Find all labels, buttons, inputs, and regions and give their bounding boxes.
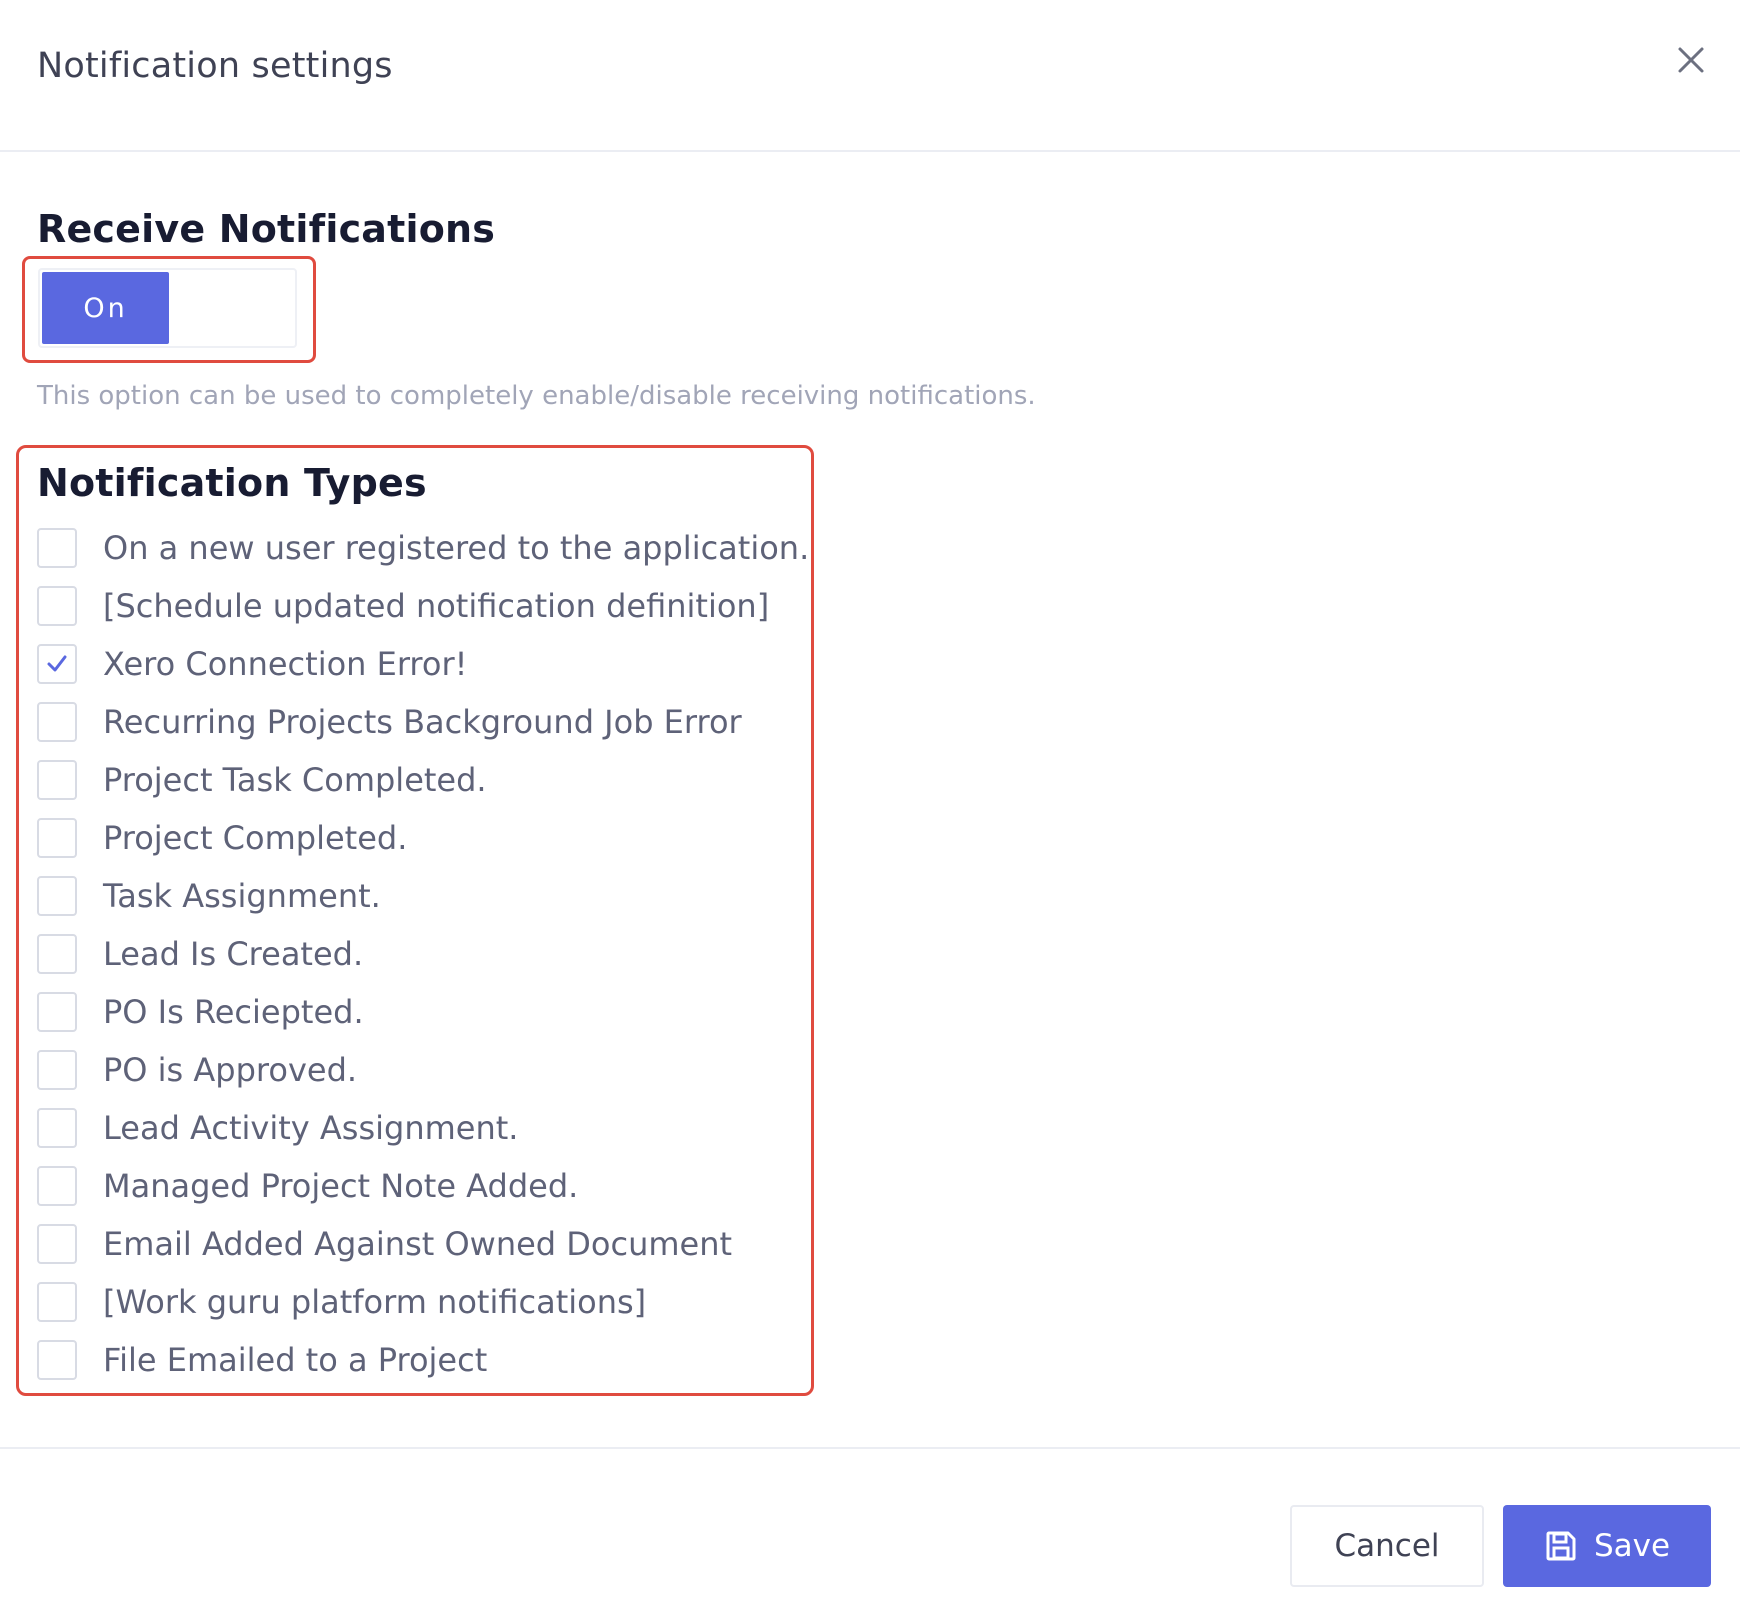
save-button-label: Save [1593,1528,1671,1564]
notification-type-item[interactable]: Managed Project Note Added. [37,1164,578,1208]
check-icon [47,655,67,672]
notification-type-checkbox[interactable] [37,934,77,974]
notification-type-checkbox[interactable] [37,586,77,626]
notification-type-label: Lead Activity Assignment. [103,1109,519,1147]
notification-type-checkbox[interactable] [37,818,77,858]
floppy-disk-icon [1544,1529,1578,1563]
dialog-title: Notification settings [37,46,393,86]
notification-type-item[interactable]: File Emailed to a Project [37,1338,487,1382]
notification-type-checkbox[interactable] [37,876,77,916]
notification-type-item[interactable]: PO is Approved. [37,1048,357,1092]
notification-type-checkbox[interactable] [37,644,77,684]
notification-type-item[interactable]: Project Completed. [37,816,407,860]
notification-type-item[interactable]: Lead Activity Assignment. [37,1106,518,1150]
save-button[interactable]: Save [1503,1505,1711,1587]
toggle-label: On [83,292,128,324]
notification-type-checkbox[interactable] [37,1166,77,1206]
notification-type-label: [Schedule updated notification definitio… [103,587,770,625]
receive-notifications-toggle[interactable]: On [38,268,297,348]
receive-notifications-heading: Receive Notifications [37,207,496,251]
close-icon [1678,47,1704,73]
notification-type-label: Recurring Projects Background Job Error [103,703,742,741]
cancel-button[interactable]: Cancel [1290,1505,1484,1587]
notification-type-label: PO is Approved. [103,1051,358,1089]
notification-type-checkbox[interactable] [37,760,77,800]
notification-type-label: Task Assignment. [103,877,381,915]
notification-type-checkbox[interactable] [37,1224,77,1264]
notification-type-label: [Work guru platform notifications] [103,1283,647,1321]
notification-type-item[interactable]: [Schedule updated notification definitio… [37,584,769,628]
notification-type-checkbox[interactable] [37,1340,77,1380]
notification-type-label: Xero Connection Error! [103,645,468,683]
notification-type-checkbox[interactable] [37,528,77,568]
notification-type-checkbox[interactable] [37,1050,77,1090]
notification-type-label: PO Is Reciepted. [103,993,364,1031]
receive-notifications-help-text: This option can be used to completely en… [37,381,1036,411]
dialog-header: Notification settings [0,0,1740,152]
notification-type-label: Email Added Against Owned Document [103,1225,733,1263]
notification-type-label: Managed Project Note Added. [103,1167,579,1205]
notification-types-heading: Notification Types [37,461,427,505]
notification-type-item[interactable]: Project Task Completed. [37,758,487,802]
notification-type-checkbox[interactable] [37,1108,77,1148]
notification-type-label: Lead Is Created. [103,935,364,973]
notification-type-checkbox[interactable] [37,992,77,1032]
notification-type-item[interactable]: PO Is Reciepted. [37,990,364,1034]
close-button[interactable] [1671,40,1711,80]
notification-type-item[interactable]: Lead Is Created. [37,932,363,976]
notification-type-item[interactable]: Email Added Against Owned Document [37,1222,732,1266]
notification-type-item[interactable]: Task Assignment. [37,874,381,918]
notification-type-item[interactable]: On a new user registered to the applicat… [37,526,809,570]
notification-type-item[interactable]: [Work guru platform notifications] [37,1280,646,1324]
notification-type-label: On a new user registered to the applicat… [103,529,810,567]
notification-settings-dialog: Notification settings Receive Notificati… [0,0,1740,1612]
notification-type-label: Project Completed. [103,819,408,857]
notification-type-checkbox[interactable] [37,702,77,742]
cancel-button-label: Cancel [1334,1528,1440,1564]
notification-type-label: Project Task Completed. [103,761,487,799]
notification-type-item[interactable]: Recurring Projects Background Job Error [37,700,742,744]
notification-type-checkbox[interactable] [37,1282,77,1322]
notification-type-item[interactable]: Xero Connection Error! [37,642,467,686]
toggle-on-segment: On [42,272,169,344]
notification-type-label: File Emailed to a Project [103,1341,488,1379]
